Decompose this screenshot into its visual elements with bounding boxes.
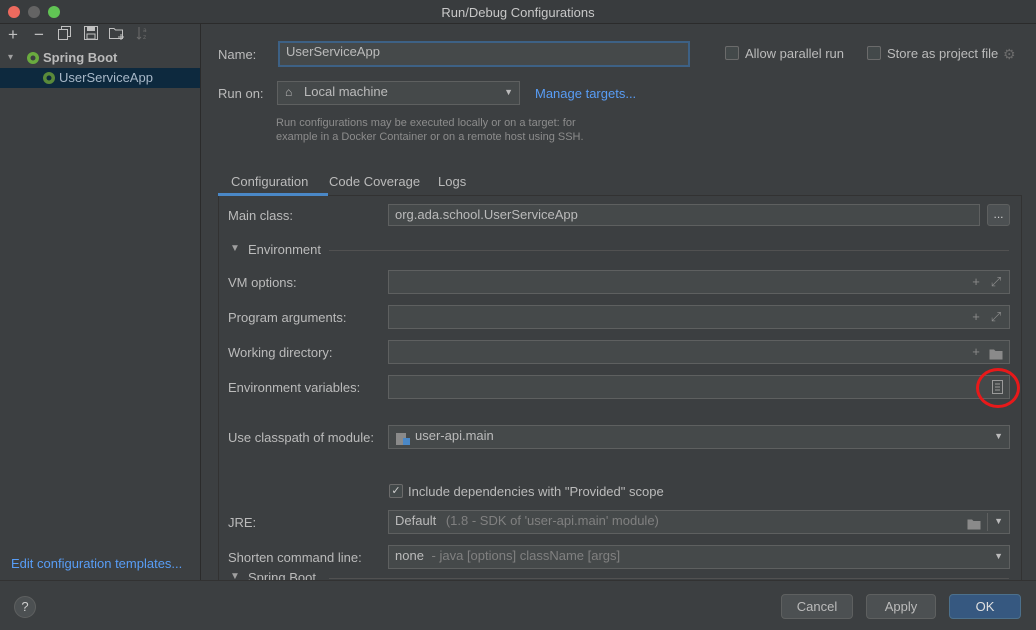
plus-icon[interactable]: +: [967, 272, 985, 292]
module-icon: [396, 431, 410, 448]
program-arguments-label: Program arguments:: [228, 310, 347, 325]
spring-boot-section-title[interactable]: Spring Boot: [248, 570, 316, 580]
remove-configuration-button[interactable]: −: [30, 26, 48, 44]
chevron-down-icon: ▼: [504, 87, 513, 97]
browse-main-class-button[interactable]: ...: [987, 204, 1010, 226]
window-title: Run/Debug Configurations: [441, 5, 595, 20]
classpath-module-label: Use classpath of module:: [228, 430, 374, 445]
expand-icon[interactable]: ⤢: [987, 307, 1005, 327]
run-on-value: Local machine: [304, 84, 388, 99]
folder-icon[interactable]: [989, 346, 1003, 363]
store-as-project-file-checkbox[interactable]: [867, 46, 881, 60]
copy-configuration-button[interactable]: [56, 26, 74, 44]
spring-boot-app-icon: [42, 71, 56, 85]
sidebar-toolbar: + − az: [0, 24, 200, 46]
cancel-button[interactable]: Cancel: [781, 594, 853, 619]
title-bar: Run/Debug Configurations: [0, 0, 1036, 24]
spring-boot-icon: [26, 51, 40, 65]
new-folder-icon: [109, 28, 124, 40]
jre-label: JRE:: [228, 515, 257, 530]
vm-options-field[interactable]: + ⤢: [388, 270, 1010, 294]
run-on-dropdown[interactable]: ⌂ Local machine ▼: [277, 81, 520, 105]
gear-icon[interactable]: ⚙: [1003, 46, 1016, 63]
shorten-command-line-label: Shorten command line:: [228, 550, 362, 565]
edit-configuration-templates-link[interactable]: Edit configuration templates...: [11, 556, 182, 571]
main-class-field[interactable]: org.ada.school.UserServiceApp: [388, 204, 980, 226]
plus-icon[interactable]: +: [967, 342, 985, 362]
expand-icon[interactable]: ⤢: [987, 272, 1005, 292]
manage-targets-link[interactable]: Manage targets...: [535, 86, 636, 101]
run-on-hint-line1: Run configurations may be executed local…: [276, 117, 576, 129]
apply-button[interactable]: Apply: [866, 594, 936, 619]
program-arguments-field[interactable]: + ⤢: [388, 305, 1010, 329]
section-divider: [329, 250, 1009, 251]
tree-item-label: UserServiceApp: [59, 70, 153, 85]
tree-group-label: Spring Boot: [43, 50, 118, 65]
name-label: Name:: [218, 47, 257, 62]
tabs-bar: Configuration Code Coverage Logs: [218, 168, 1022, 196]
svg-text:z: z: [143, 34, 146, 40]
tree-group-spring-boot[interactable]: ▾ Spring Boot: [0, 48, 200, 68]
environment-variables-field[interactable]: [388, 375, 1010, 399]
new-folder-button[interactable]: [108, 26, 126, 44]
jre-dropdown[interactable]: Default (1.8 - SDK of 'user-api.main' mo…: [388, 510, 1010, 534]
working-directory-field[interactable]: +: [388, 340, 1010, 364]
section-divider: [329, 578, 1009, 579]
jre-value: Default: [395, 513, 437, 528]
shorten-command-line-dropdown[interactable]: none - java [options] className [args] ▼: [388, 545, 1010, 569]
shorten-command-line-detail: - java [options] className [args]: [431, 548, 621, 563]
classpath-module-dropdown[interactable]: user-api.main ▼: [388, 425, 1010, 449]
allow-parallel-run-checkbox[interactable]: [725, 46, 739, 60]
folder-icon[interactable]: [967, 516, 981, 533]
include-dependencies-checkbox[interactable]: ✓: [389, 484, 403, 498]
help-button[interactable]: ?: [14, 596, 36, 618]
configurations-sidebar: + − az ▾ Spring Boot UserServiceApp Edit…: [0, 24, 201, 580]
tab-code-coverage[interactable]: Code Coverage: [329, 174, 420, 189]
vm-options-label: VM options:: [228, 275, 297, 290]
dialog-button-bar: ? Cancel Apply OK: [0, 580, 1036, 630]
chevron-down-icon: ▼: [994, 431, 1003, 441]
jre-detail: (1.8 - SDK of 'user-api.main' module): [445, 513, 659, 528]
environment-variables-label: Environment variables:: [228, 380, 361, 395]
svg-text:a: a: [143, 27, 147, 34]
highlight-circle-annotation: [976, 368, 1020, 408]
plus-icon[interactable]: +: [967, 307, 985, 327]
configuration-tab-panel: Main class: org.ada.school.UserServiceAp…: [218, 196, 1022, 580]
save-configuration-button[interactable]: [82, 26, 100, 44]
configuration-editor: Name: UserServiceApp Allow parallel run …: [202, 24, 1036, 580]
allow-parallel-run-label: Allow parallel run: [745, 46, 844, 61]
run-on-label: Run on:: [218, 86, 264, 101]
tab-logs[interactable]: Logs: [438, 174, 466, 189]
include-dependencies-label: Include dependencies with "Provided" sco…: [408, 484, 664, 499]
chevron-down-icon[interactable]: ▼: [230, 243, 240, 254]
chevron-down-icon[interactable]: ▾: [8, 48, 13, 68]
store-as-project-file-label: Store as project file: [887, 46, 999, 61]
field-divider: [987, 513, 988, 531]
name-field[interactable]: UserServiceApp: [278, 41, 690, 67]
add-configuration-button[interactable]: +: [4, 26, 22, 44]
sort-icon: az: [136, 27, 147, 41]
run-on-hint-line2: example in a Docker Container or on a re…: [276, 131, 584, 143]
environment-section-title[interactable]: Environment: [248, 242, 321, 257]
tree-item-userserviceapp[interactable]: UserServiceApp: [0, 68, 200, 88]
classpath-module-value: user-api.main: [415, 428, 494, 443]
main-class-label: Main class:: [228, 208, 294, 223]
sort-configurations-button[interactable]: az: [134, 26, 152, 44]
tab-configuration[interactable]: Configuration: [231, 174, 308, 189]
chevron-down-icon[interactable]: ▼: [230, 571, 240, 580]
save-icon: [84, 26, 98, 40]
ok-button[interactable]: OK: [949, 594, 1021, 619]
home-icon: ⌂: [285, 85, 293, 99]
shorten-command-line-value: none: [395, 548, 424, 563]
working-directory-label: Working directory:: [228, 345, 333, 360]
copy-icon: [58, 26, 71, 40]
chevron-down-icon: ▼: [994, 551, 1003, 561]
chevron-down-icon[interactable]: ▼: [994, 511, 1003, 531]
